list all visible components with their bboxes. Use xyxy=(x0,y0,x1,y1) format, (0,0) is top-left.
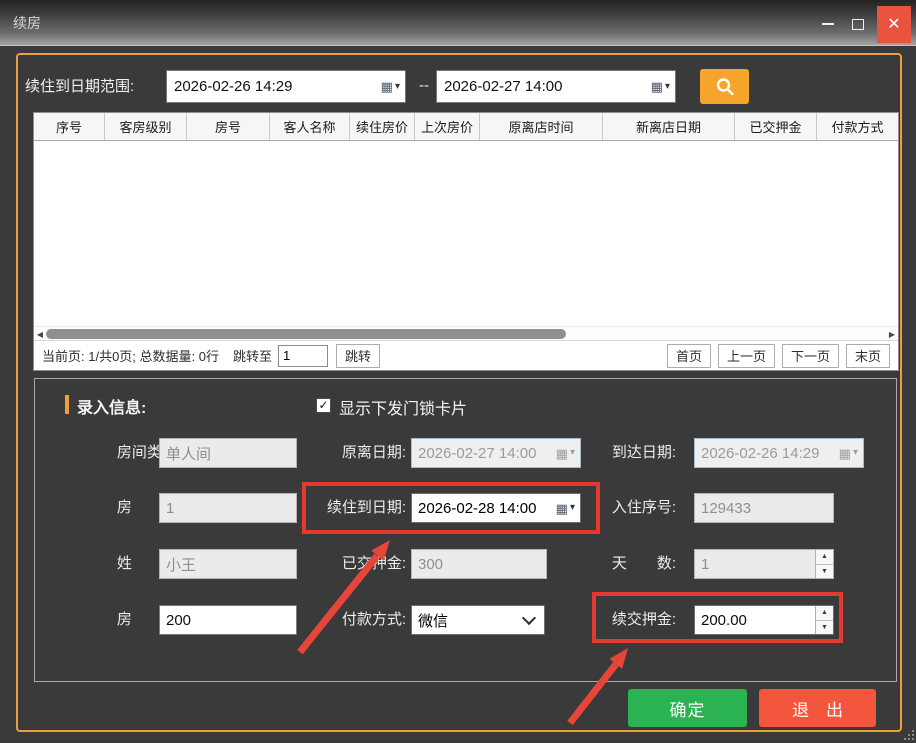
date-to-value: 2026-02-27 14:00 xyxy=(437,78,651,95)
exit-button[interactable]: 退 出 xyxy=(759,689,876,727)
chevron-down-icon xyxy=(522,611,536,625)
column-header-renew-price[interactable]: 续住房价 xyxy=(350,113,415,140)
minimize-icon xyxy=(822,23,834,25)
scrollbar-thumb[interactable] xyxy=(46,329,566,339)
lock-card-checkbox-label: 显示下发门锁卡片 xyxy=(339,395,467,419)
first-page-button[interactable]: 首页 xyxy=(667,344,711,368)
calendar-icon: ▦ xyxy=(556,502,568,515)
spin-down-icon[interactable]: ▼ xyxy=(816,621,833,635)
column-header-orig-checkout-time[interactable]: 原离店时间 xyxy=(480,113,603,140)
extend-date-picker[interactable]: 2026-02-28 14:00 ▦ ▾ xyxy=(411,493,581,523)
window-controls: ✕ xyxy=(813,5,911,43)
paid-deposit-field xyxy=(411,549,547,579)
days-value xyxy=(695,550,815,578)
maximize-icon xyxy=(852,19,864,30)
column-header-room-class[interactable]: 客房级别 xyxy=(105,113,187,140)
jump-page-input[interactable] xyxy=(278,345,328,367)
title-bar: 续房 ✕ xyxy=(0,0,916,46)
resize-grip-icon[interactable] xyxy=(902,728,915,741)
arrival-date-label: 到达日期: xyxy=(581,438,676,468)
spin-down-icon: ▼ xyxy=(816,565,833,579)
column-header-last-price[interactable]: 上次房价 xyxy=(415,113,480,140)
next-page-button[interactable]: 下一页 xyxy=(782,344,839,368)
calendar-icon: ▦ xyxy=(381,80,393,93)
arrival-date-value: 2026-02-26 14:29 xyxy=(695,445,839,462)
prev-page-button[interactable]: 上一页 xyxy=(718,344,775,368)
entry-info-panel: 录入信息: ✓ 显示下发门锁卡片 房间类型: 原离日期: 2026-02-27 … xyxy=(34,378,897,682)
date-range-label: 续住到日期范围: xyxy=(25,72,134,102)
close-button[interactable]: ✕ xyxy=(877,6,911,43)
chevron-down-icon[interactable]: ▾ xyxy=(665,82,670,92)
checkmark-icon: ✓ xyxy=(318,399,328,411)
pager-buttons: 首页 上一页 下一页 末页 xyxy=(660,344,890,368)
payment-method-value: 微信 xyxy=(412,610,524,631)
calendar-icon: ▦ xyxy=(839,447,851,460)
column-header-serial[interactable]: 序号 xyxy=(34,113,105,140)
calendar-icon: ▦ xyxy=(651,80,663,93)
table-header-row: 序号 客房级别 房号 客人名称 续住房价 上次房价 原离店时间 新离店日期 已交… xyxy=(34,113,898,141)
checkin-serial-label: 入住序号: xyxy=(581,493,676,523)
renew-deposit-stepper[interactable]: ▲ ▼ xyxy=(694,605,834,635)
table-body-empty xyxy=(34,141,898,326)
extend-date-label: 续住到日期: xyxy=(281,493,406,523)
date-range-separator: -- xyxy=(413,72,435,102)
date-to-picker[interactable]: 2026-02-27 14:00 ▦ ▾ xyxy=(436,70,676,103)
extend-date-value: 2026-02-28 14:00 xyxy=(412,500,556,517)
section-accent-bar xyxy=(65,395,69,414)
renew-deposit-label: 续交押金: xyxy=(581,605,676,635)
orig-depart-date-value: 2026-02-27 14:00 xyxy=(412,445,556,462)
paid-deposit-label: 已交押金: xyxy=(281,549,406,579)
days-stepper: ▲ ▼ xyxy=(694,549,834,579)
close-icon: ✕ xyxy=(887,14,900,34)
days-spinner-buttons: ▲ ▼ xyxy=(815,550,833,578)
guest-name-field xyxy=(159,549,297,579)
payment-method-label: 付款方式: xyxy=(281,605,406,635)
renew-room-table: 序号 客房级别 房号 客人名称 续住房价 上次房价 原离店时间 新离店日期 已交… xyxy=(33,112,899,371)
window-title: 续房 xyxy=(13,13,41,33)
chevron-down-icon[interactable]: ▾ xyxy=(395,82,400,92)
jump-button[interactable]: 跳转 xyxy=(336,344,380,368)
calendar-icon: ▦ xyxy=(556,447,568,460)
room-number-field xyxy=(159,493,297,523)
days-label: 天 数: xyxy=(581,549,676,579)
room-type-field xyxy=(159,438,297,468)
chevron-down-icon: ▾ xyxy=(570,448,575,458)
orig-depart-date-label: 原离日期: xyxy=(281,438,406,468)
checkin-serial-field xyxy=(694,493,834,523)
orig-depart-date-picker: 2026-02-27 14:00 ▦ ▾ xyxy=(411,438,581,468)
search-button[interactable] xyxy=(700,69,749,104)
date-from-value: 2026-02-26 14:29 xyxy=(167,78,381,95)
arrival-date-picker: 2026-02-26 14:29 ▦ ▾ xyxy=(694,438,864,468)
column-header-payment-method[interactable]: 付款方式 xyxy=(817,113,898,140)
column-header-room-no[interactable]: 房号 xyxy=(187,113,270,140)
chevron-down-icon: ▾ xyxy=(853,448,858,458)
column-header-paid-deposit[interactable]: 已交押金 xyxy=(735,113,817,140)
last-page-button[interactable]: 末页 xyxy=(846,344,890,368)
minimize-button[interactable] xyxy=(813,9,843,39)
spin-up-icon: ▲ xyxy=(816,550,833,565)
lock-card-checkbox[interactable]: ✓ xyxy=(316,398,331,413)
spin-up-icon[interactable]: ▲ xyxy=(816,606,833,621)
room-price-field[interactable] xyxy=(159,605,297,635)
column-header-guest-name[interactable]: 客人名称 xyxy=(270,113,350,140)
renew-deposit-value[interactable] xyxy=(695,606,815,634)
confirm-button[interactable]: 确定 xyxy=(628,689,747,727)
jump-to-label: 跳转至 xyxy=(233,346,272,365)
section-title: 录入信息: xyxy=(77,394,146,418)
search-icon xyxy=(714,76,736,98)
maximize-button[interactable] xyxy=(843,9,873,39)
pagination-bar: 当前页: 1/共0页; 总数据量: 0行 跳转至 跳转 首页 上一页 下一页 末… xyxy=(34,340,898,370)
renew-deposit-spinner-buttons[interactable]: ▲ ▼ xyxy=(815,606,833,634)
date-from-picker[interactable]: 2026-02-26 14:29 ▦ ▾ xyxy=(166,70,406,103)
chevron-down-icon[interactable]: ▾ xyxy=(570,503,575,513)
renew-room-dialog: 续房 ✕ 续住到日期范围: 2026-02-26 14:29 ▦ ▾ -- 20… xyxy=(0,0,916,743)
payment-method-select[interactable]: 微信 xyxy=(411,605,545,635)
column-header-new-checkout-date[interactable]: 新离店日期 xyxy=(603,113,735,140)
pagination-status: 当前页: 1/共0页; 总数据量: 0行 xyxy=(42,346,219,365)
